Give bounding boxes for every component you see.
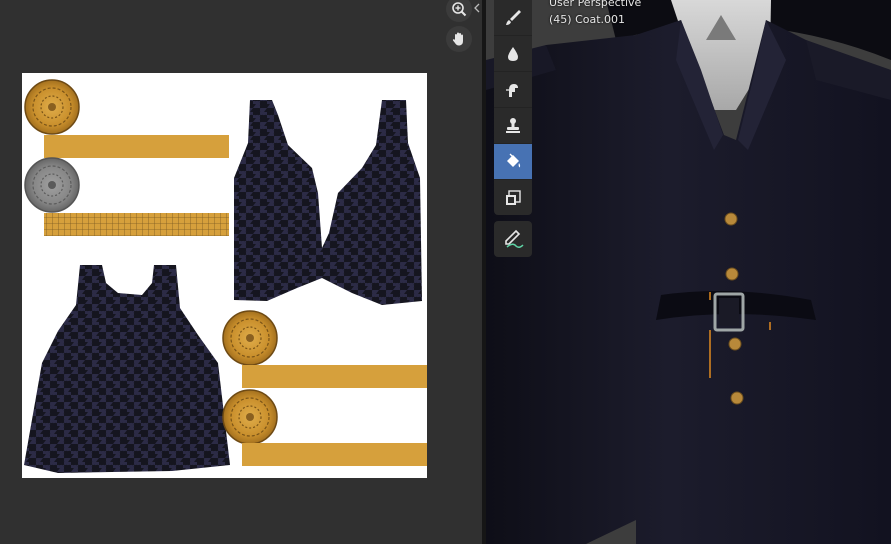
toolbar-collapse-button[interactable] xyxy=(472,1,482,15)
texture-paint-toolbar xyxy=(494,0,532,257)
trim-strip-grid xyxy=(44,213,229,236)
mask-icon xyxy=(506,189,521,205)
texture-image[interactable] xyxy=(22,73,427,478)
drop-icon xyxy=(508,46,518,61)
tool-draw[interactable] xyxy=(494,0,532,36)
coat-body xyxy=(486,20,891,544)
tool-soften[interactable] xyxy=(494,36,532,72)
tool-annotate[interactable] xyxy=(494,221,532,257)
uv-texture-canvas xyxy=(24,79,427,473)
bucket-icon xyxy=(507,153,521,167)
zoom-button[interactable] xyxy=(446,0,472,22)
trim-strip-1 xyxy=(44,135,229,158)
button-uv-1 xyxy=(24,79,80,135)
zoom-in-icon xyxy=(452,2,467,17)
buckle-inner xyxy=(719,298,739,326)
viewport-object-label: (45) Coat.001 xyxy=(549,13,626,26)
trim-strip-2 xyxy=(242,365,427,388)
coat-button-2 xyxy=(725,267,739,281)
button-uv-3 xyxy=(222,389,278,445)
chevron-left-icon xyxy=(474,3,480,13)
stamp-icon xyxy=(506,117,520,133)
coat-button-3 xyxy=(728,337,742,351)
pan-button[interactable] xyxy=(446,26,472,52)
paint-tools-group xyxy=(494,0,532,215)
brush-icon xyxy=(506,9,521,25)
shirt-front-uv xyxy=(24,265,230,473)
tool-smear[interactable] xyxy=(494,72,532,108)
tool-mask[interactable] xyxy=(494,180,532,215)
tool-clone[interactable] xyxy=(494,108,532,144)
trim-strip-3 xyxy=(242,443,427,466)
viewport-scene xyxy=(486,0,891,544)
button-uv-grey xyxy=(24,157,80,213)
vest-front-uv xyxy=(234,100,422,305)
coat-button-1 xyxy=(724,212,738,226)
button-uv-2 xyxy=(222,310,278,366)
hand-icon xyxy=(452,32,463,46)
tool-fill[interactable] xyxy=(494,144,532,180)
smear-icon xyxy=(506,83,518,97)
3d-viewport[interactable]: User Perspective (45) Coat.001 xyxy=(486,0,891,544)
annotate-icon xyxy=(505,229,524,249)
viewport-view-label: User Perspective xyxy=(549,0,642,9)
image-editor[interactable] xyxy=(0,0,482,544)
coat-button-4 xyxy=(730,391,744,405)
